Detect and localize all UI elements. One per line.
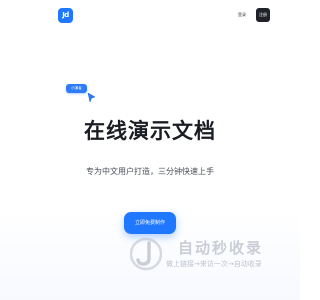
- top-navigation: Jd 登录 注册: [0, 0, 300, 30]
- register-button[interactable]: 注册: [256, 8, 270, 22]
- watermark: 自动秒收录 做上链接→来访一次→自动收录: [130, 235, 295, 275]
- watermark-subtitle: 做上链接→来访一次→自动收录: [166, 260, 262, 268]
- page: Jd 登录 注册 小演者 在线演示文档 专为中文用户打造，三分钟快速上手 立即免…: [0, 0, 300, 300]
- brand-logo[interactable]: Jd: [58, 8, 73, 23]
- watermark-title: 自动秒收录: [178, 239, 264, 257]
- page-title: 在线演示文档: [84, 119, 216, 143]
- floating-tag: 小演者: [66, 84, 87, 93]
- page-subtitle: 专为中文用户打造，三分钟快速上手: [86, 167, 214, 176]
- cursor-arrow-icon: [87, 92, 96, 103]
- login-link[interactable]: 登录: [238, 12, 246, 18]
- watermark-j-icon: [130, 237, 162, 271]
- start-free-button[interactable]: 立即免费制作: [124, 212, 176, 234]
